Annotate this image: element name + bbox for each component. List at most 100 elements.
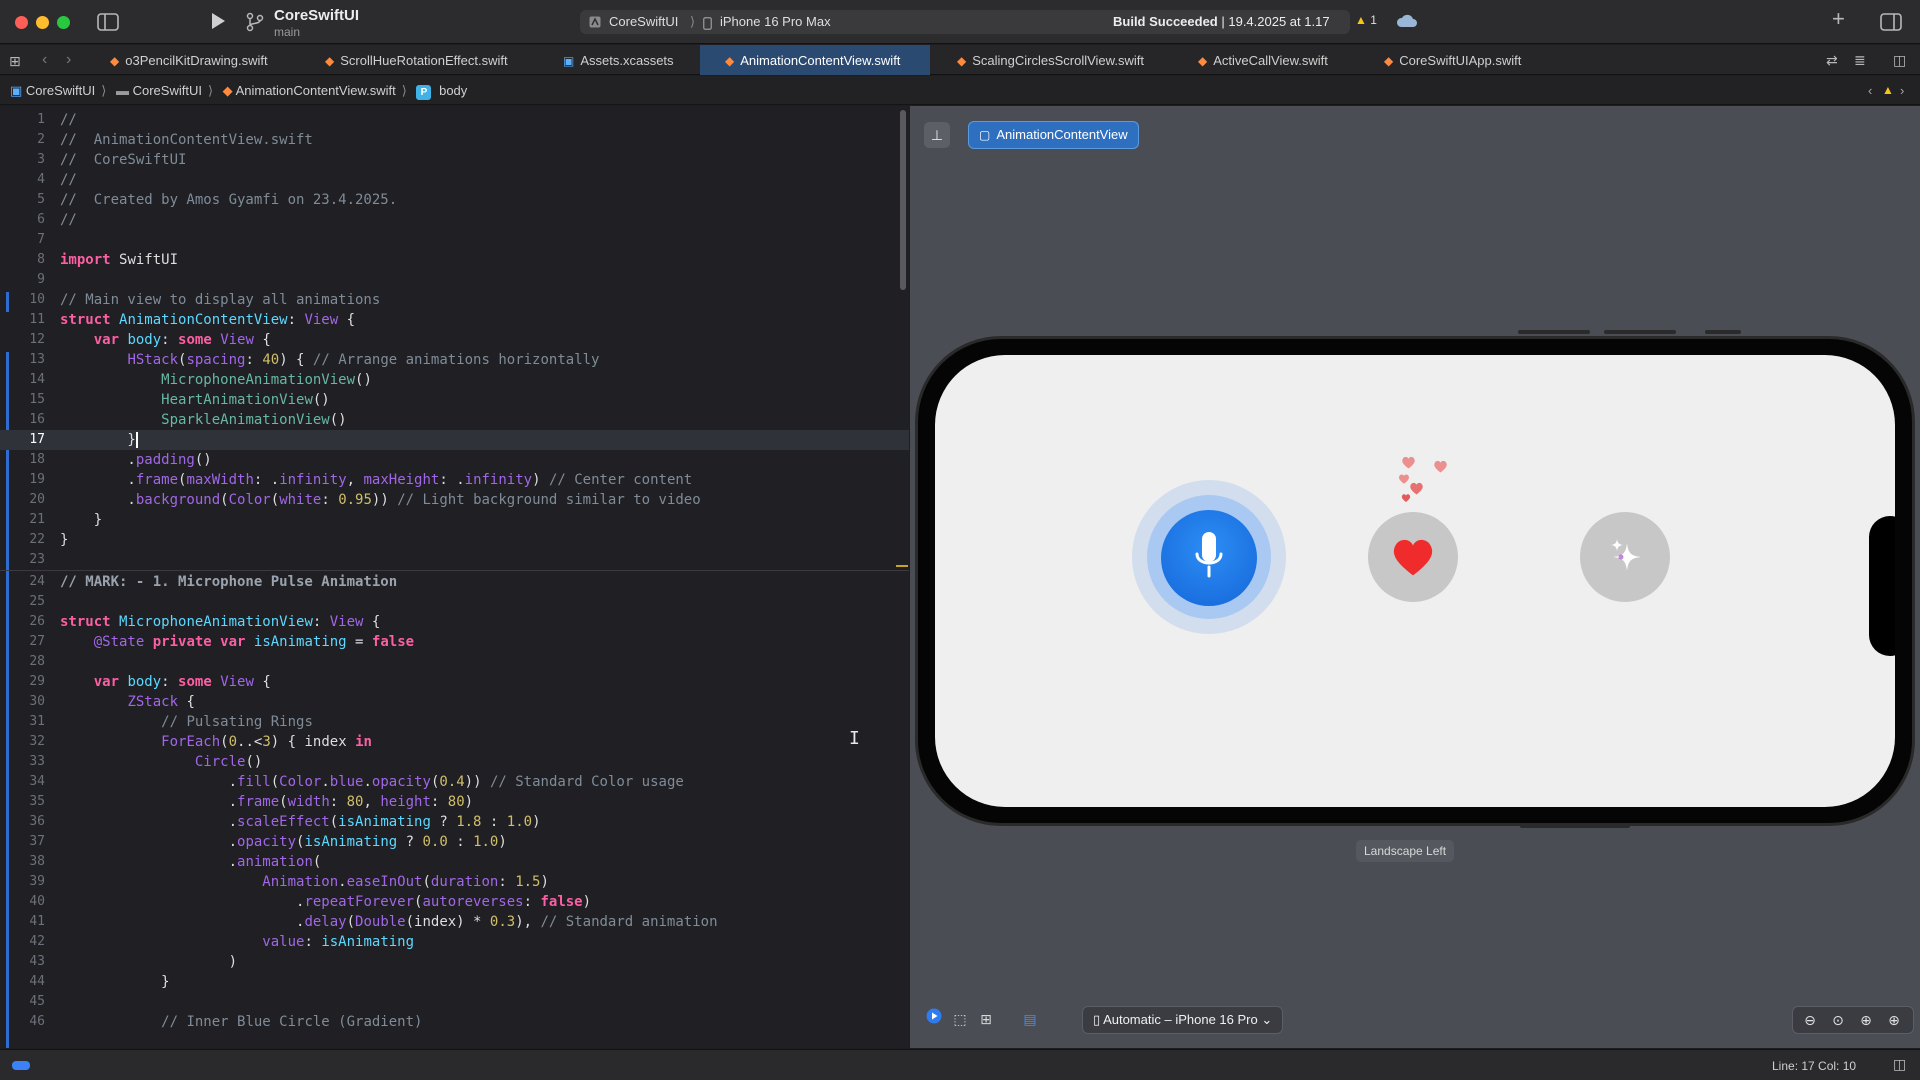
build-status: Build Succeeded | 19.4.2025 at 1.17	[1113, 14, 1330, 29]
cloud-icon[interactable]	[1396, 13, 1418, 32]
prev-issue-chevron-icon[interactable]: ‹	[1868, 83, 1872, 98]
source-editor[interactable]: 1// 2// AnimationContentView.swift 3// C…	[0, 106, 909, 1048]
swift-file-icon: ◆	[957, 54, 967, 68]
add-library-icon[interactable]: +	[1832, 8, 1845, 30]
run-button[interactable]	[210, 12, 226, 33]
breadcrumb-symbol[interactable]: body	[439, 83, 467, 98]
project-name: CoreSwiftUI	[274, 7, 360, 24]
device-settings-icon: ▤	[1023, 1011, 1037, 1027]
scheme-separator: ⟩	[690, 14, 696, 29]
device-side-button	[1705, 330, 1741, 334]
device-selector[interactable]: ▯ Automatic – iPhone 16 Pro ⌄	[1082, 1006, 1284, 1034]
branch-name: main	[274, 25, 301, 39]
variants-grid-icon: ⊞	[980, 1011, 992, 1027]
zoom-window-button[interactable]	[57, 16, 70, 29]
zoom-controls: ⊖ ⊙ ⊕ ⊕	[1792, 1006, 1914, 1034]
editor-tab-bar: ⊞ ‹ › ◆ o3PencilKitDrawing.swift ◆ ScrollH…	[0, 45, 1920, 75]
swift-file-icon: ◆	[325, 54, 335, 68]
split-editor-icon[interactable]: ◫	[1893, 51, 1906, 69]
status-bar: Line: 17 Col: 10 ◫	[0, 1049, 1920, 1080]
tab-o3pencilkitdrawing[interactable]: ◆ o3PencilKitDrawing.swift	[110, 45, 320, 75]
home-indicator	[1520, 824, 1630, 828]
floating-heart-icon	[1401, 494, 1411, 502]
tab-assets[interactable]: ▣ Assets.xcassets	[563, 45, 698, 75]
floating-heart-icon	[1434, 460, 1447, 473]
iphone-device-icon	[703, 15, 712, 33]
sparkle-icon	[1611, 539, 1641, 571]
live-preview-button[interactable]	[922, 1006, 946, 1032]
tab-scrollhuerotationeffect[interactable]: ◆ ScrollHueRotationEffect.swift	[325, 45, 555, 75]
cursor-select-icon: ⬚	[953, 1011, 967, 1027]
breadcrumb: ▣ CoreSwiftUI ⟩ ▬ CoreSwiftUI ⟩ ◆ Animatio…	[10, 83, 467, 100]
app-scheme-icon	[589, 15, 601, 33]
breadcrumb-folder[interactable]: CoreSwiftUI	[133, 83, 202, 98]
chevron-down-icon: ⌄	[1261, 1012, 1273, 1027]
property-icon: P	[416, 85, 432, 100]
selectable-mode-button[interactable]: ⬚	[948, 1006, 972, 1032]
next-issue-chevron-icon[interactable]: ›	[1900, 83, 1904, 98]
minimize-window-button[interactable]	[36, 16, 49, 29]
debug-area-toggle[interactable]	[12, 1061, 30, 1070]
close-window-button[interactable]	[15, 16, 28, 29]
tab-coreswiftuiapp[interactable]: ◆ CoreSwiftUIApp.swift	[1384, 45, 1564, 75]
swap-arrows-icon[interactable]: ⇄	[1826, 51, 1838, 69]
variants-button[interactable]: ⊞	[974, 1006, 998, 1032]
breadcrumb-separator: ⟩	[207, 83, 214, 98]
dynamic-island	[1869, 516, 1895, 656]
current-line: 17 }	[0, 430, 909, 450]
heart-button[interactable]	[1368, 512, 1458, 602]
simulated-screen[interactable]	[935, 355, 1895, 807]
microphone-button[interactable]	[1161, 510, 1257, 606]
debug-panel-icon[interactable]: ◫	[1893, 1056, 1906, 1073]
device-side-button	[1518, 330, 1590, 334]
breadcrumb-separator: ⟩	[101, 83, 107, 98]
window-titlebar: CoreSwiftUI main CoreSwiftUI ⟩ iPhone 16…	[0, 0, 1920, 44]
device-side-button	[1604, 330, 1676, 334]
jump-bar: ▣ CoreSwiftUI ⟩ ▬ CoreSwiftUI ⟩ ◆ Animatio…	[0, 76, 1920, 105]
inspector-toggle-icon[interactable]	[1880, 13, 1902, 34]
scheme-selector[interactable]: CoreSwiftUI	[609, 14, 678, 29]
swift-file-icon: ◆	[110, 54, 120, 68]
editor-scrollbar[interactable]	[900, 110, 906, 290]
preview-selector-button[interactable]: ▢ AnimationContentView	[968, 121, 1139, 149]
floating-heart-icon	[1410, 482, 1423, 495]
pin-preview-button[interactable]: ⊥	[924, 122, 950, 148]
warning-count: 1	[1370, 13, 1377, 27]
editor-options-icon[interactable]: ≣	[1854, 51, 1866, 69]
iphone-device-frame	[915, 336, 1915, 826]
pin-icon: ⊥	[930, 127, 944, 143]
swift-file-icon: ◆	[1384, 54, 1394, 68]
preview-view-icon: ▢	[979, 128, 991, 142]
breadcrumb-project[interactable]: CoreSwiftUI	[26, 83, 95, 98]
sparkle-button[interactable]	[1580, 512, 1670, 602]
build-status-label: Build Succeeded	[1113, 14, 1218, 29]
minimap-warning-mark	[896, 565, 908, 567]
assets-icon: ▣	[563, 54, 575, 68]
orientation-label: Landscape Left	[1356, 840, 1455, 862]
sidebar-toggle-icon[interactable]	[97, 13, 119, 34]
zoom-fit-icon[interactable]: ⊙	[1827, 1010, 1849, 1030]
breadcrumb-separator: ⟩	[401, 83, 407, 98]
warning-icon: ▲	[1355, 13, 1367, 27]
tab-scalingcirclesscrollview[interactable]: ◆ ScalingCirclesScrollView.swift	[957, 45, 1187, 75]
tab-activecallview[interactable]: ◆ ActiveCallView.swift	[1198, 45, 1358, 75]
forward-chevron-icon[interactable]: ›	[66, 51, 71, 69]
zoom-actual-icon[interactable]: ⊕	[1855, 1010, 1877, 1030]
folder-icon: ▬	[115, 83, 129, 98]
zoom-in-icon[interactable]: ⊕	[1883, 1010, 1905, 1030]
run-destination-selector[interactable]: iPhone 16 Pro Max	[720, 14, 831, 29]
preview-canvas[interactable]: ⊥ ▢ AnimationContentView Landscape Left …	[910, 106, 1920, 1048]
build-status-time: 19.4.2025 at 1.17	[1228, 14, 1330, 29]
zoom-out-icon[interactable]: ⊖	[1799, 1010, 1821, 1030]
swift-file-icon: ◆	[725, 54, 735, 68]
swift-file-icon: ◆	[222, 83, 233, 98]
warning-badge[interactable]: ▲ 1	[1355, 13, 1377, 27]
back-chevron-icon[interactable]: ‹	[42, 51, 47, 69]
tab-animationcontentview[interactable]: ◆ AnimationContentView.swift	[700, 45, 930, 75]
play-circle-icon	[926, 1008, 942, 1024]
breadcrumb-file[interactable]: AnimationContentView.swift	[236, 83, 396, 98]
issue-warning-icon[interactable]: ▲	[1882, 83, 1894, 97]
iphone-device-icon: ▯	[1093, 1012, 1101, 1027]
grid-icon[interactable]: ⊞	[9, 52, 21, 70]
device-settings-button[interactable]: ▤	[1018, 1006, 1042, 1032]
